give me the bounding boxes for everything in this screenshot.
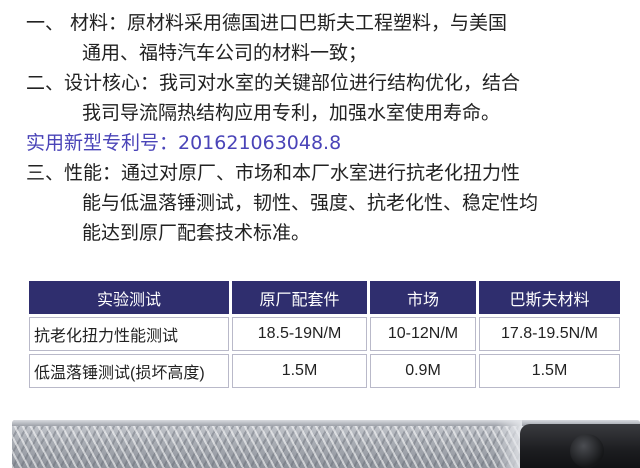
- header-market: 市场: [370, 281, 476, 314]
- design-line-2: 我司导流隔热结构应用专利，加强水室使用寿命。: [82, 102, 501, 124]
- performance-line-1: 三、性能：通过对原厂、市场和本厂水室进行抗老化扭力性: [26, 162, 521, 184]
- performance-line-3: 能达到原厂配套技术标准。: [82, 222, 311, 244]
- performance-paragraph: 三、性能：通过对原厂、市场和本厂水室进行抗老化扭力性 能与低温落锤测试，韧性、强…: [26, 158, 634, 248]
- material-line-1: 一、 材料：原材料采用德国进口巴斯夫工程塑料，与美国: [26, 12, 508, 34]
- radiator-fin-highlight: [496, 420, 522, 468]
- table-header-row: 实验测试 原厂配套件 市场 巴斯夫材料: [29, 281, 620, 314]
- performance-line-2: 能与低温落锤测试，韧性、强度、抗老化性、稳定性均: [82, 192, 539, 214]
- table-cell: 17.8-19.5N/M: [479, 317, 620, 351]
- test-results-table: 实验测试 原厂配套件 市场 巴斯夫材料 抗老化扭力性能测试 18.5-19N/M…: [26, 278, 623, 391]
- table-cell: 抗老化扭力性能测试: [29, 317, 229, 351]
- header-test: 实验测试: [29, 281, 229, 314]
- table-cell: 1.5M: [479, 354, 620, 388]
- material-paragraph: 一、 材料：原材料采用德国进口巴斯夫工程塑料，与美国 通用、福特汽车公司的材料一…: [26, 8, 634, 68]
- description-block: 一、 材料：原材料采用德国进口巴斯夫工程塑料，与美国 通用、福特汽车公司的材料一…: [26, 8, 634, 248]
- material-line-2: 通用、福特汽车公司的材料一致；: [82, 42, 368, 64]
- table-cell: 10-12N/M: [370, 317, 476, 351]
- design-paragraph: 二、设计核心：我司对水室的关键部位进行结构优化，结合 我司导流隔热结构应用专利，…: [26, 68, 634, 128]
- patent-number: 实用新型专利号：201621063048.8: [26, 132, 342, 154]
- table-cell: 低温落锤测试(损坏高度): [29, 354, 229, 388]
- radiator-photo: [12, 420, 640, 468]
- header-oem: 原厂配套件: [232, 281, 367, 314]
- header-basf: 巴斯夫材料: [479, 281, 620, 314]
- table-cell: 18.5-19N/M: [232, 317, 367, 351]
- radiator-tank-fitting: [570, 434, 604, 468]
- table-cell: 1.5M: [232, 354, 367, 388]
- table-row: 抗老化扭力性能测试 18.5-19N/M 10-12N/M 17.8-19.5N…: [29, 317, 620, 351]
- table-row: 低温落锤测试(损坏高度) 1.5M 0.9M 1.5M: [29, 354, 620, 388]
- design-line-1: 二、设计核心：我司对水室的关键部位进行结构优化，结合: [26, 72, 521, 94]
- table-cell: 0.9M: [370, 354, 476, 388]
